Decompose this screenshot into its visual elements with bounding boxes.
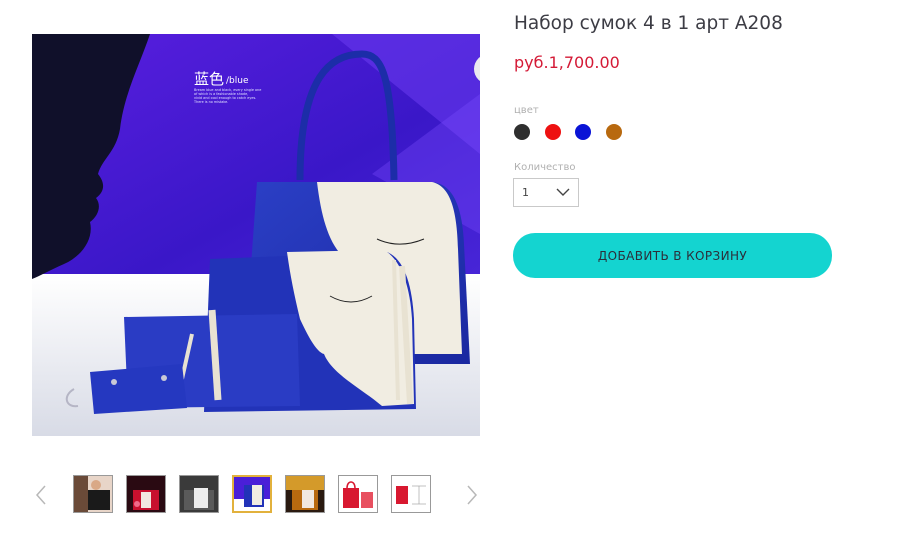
color-swatch-black[interactable] bbox=[514, 124, 530, 140]
caption-chinese: 蓝色 bbox=[194, 70, 224, 88]
caption-line: There is no mistake. bbox=[193, 100, 228, 104]
gallery-next-button[interactable] bbox=[464, 480, 480, 510]
thumbnail-red-bag-sketch[interactable] bbox=[338, 475, 378, 513]
product-main-image[interactable]: 蓝色 /blue Bream blue and black, every sin… bbox=[32, 34, 480, 436]
color-swatch-blue[interactable] bbox=[575, 124, 591, 140]
chevron-left-icon bbox=[35, 485, 46, 505]
color-swatch-red[interactable] bbox=[544, 124, 561, 140]
chevron-right-icon bbox=[467, 485, 478, 505]
color-swatches bbox=[514, 124, 636, 140]
thumbnail-red-bag-dimensions[interactable] bbox=[391, 475, 431, 513]
color-label: цвет bbox=[514, 105, 539, 116]
thumbnail-brown-bag[interactable] bbox=[285, 475, 325, 513]
quantity-label: Количество bbox=[514, 162, 576, 173]
gallery-prev-button[interactable] bbox=[33, 480, 49, 510]
caption-suffix: /blue bbox=[226, 76, 249, 86]
thumbnail-blue-bag[interactable] bbox=[232, 475, 272, 513]
thumbnail-red-bag[interactable] bbox=[126, 475, 166, 513]
add-to-cart-button[interactable]: ДОБАВИТЬ В КОРЗИНУ bbox=[513, 233, 832, 278]
thumbnail-black-bag[interactable] bbox=[73, 475, 113, 513]
chevron-down-icon bbox=[556, 188, 570, 196]
product-title: Набор сумок 4 в 1 арт A208 bbox=[514, 13, 783, 34]
thumbnail-grey-bag[interactable] bbox=[179, 475, 219, 513]
product-price: руб.1,700.00 bbox=[514, 53, 620, 72]
quantity-value: 1 bbox=[522, 186, 529, 199]
thumbnail-strip bbox=[73, 475, 444, 513]
quantity-select[interactable]: 1 bbox=[513, 178, 579, 207]
color-swatch-brown[interactable] bbox=[605, 124, 622, 140]
